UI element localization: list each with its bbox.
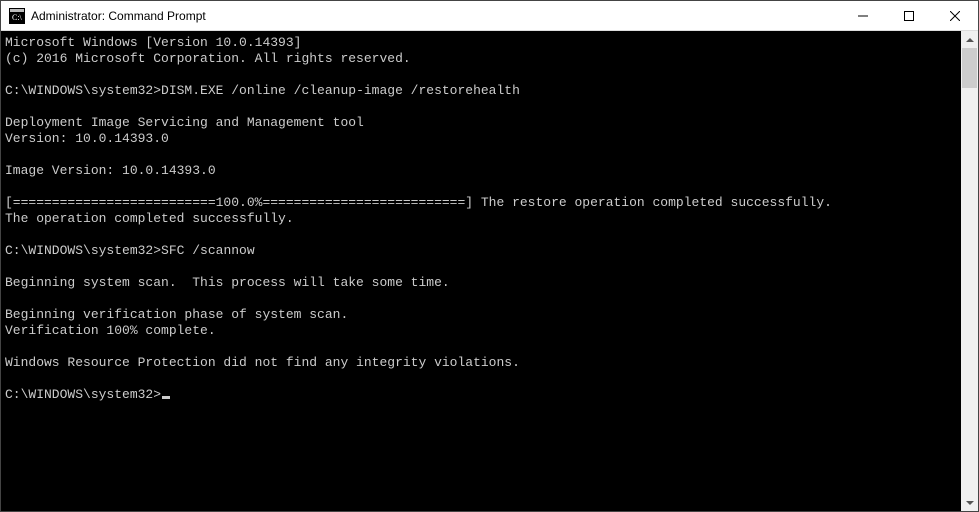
- scroll-thumb[interactable]: [962, 48, 977, 88]
- copyright-line: (c) 2016 Microsoft Corporation. All righ…: [5, 51, 961, 67]
- cmd-icon: C:\: [9, 8, 25, 24]
- blank-line: [5, 227, 961, 243]
- blank-line: [5, 67, 961, 83]
- scroll-track[interactable]: [961, 48, 978, 494]
- os-header-line: Microsoft Windows [Version 10.0.14393]: [5, 35, 961, 51]
- blank-line: [5, 259, 961, 275]
- blank-line: [5, 291, 961, 307]
- titlebar[interactable]: C:\ Administrator: Command Prompt: [1, 1, 978, 31]
- cmd1-text: DISM.EXE /online /cleanup-image /restore…: [161, 83, 520, 98]
- cmd2-text: SFC /scannow: [161, 243, 255, 258]
- sfc-begin-line: Beginning system scan. This process will…: [5, 275, 961, 291]
- dism-result-line: The operation completed successfully.: [5, 211, 961, 227]
- content-wrap: Microsoft Windows [Version 10.0.14393](c…: [1, 31, 978, 511]
- blank-line: [5, 339, 961, 355]
- prompt-line-3: C:\WINDOWS\system32>: [5, 387, 961, 403]
- dism-progress-line: [==========================100.0%=======…: [5, 195, 961, 211]
- blank-line: [5, 179, 961, 195]
- minimize-button[interactable]: [840, 1, 886, 31]
- prompt-text: C:\WINDOWS\system32>: [5, 83, 161, 98]
- cmd-window: C:\ Administrator: Command Prompt Micros…: [0, 0, 979, 512]
- maximize-button[interactable]: [886, 1, 932, 31]
- dism-image-version-line: Image Version: 10.0.14393.0: [5, 163, 961, 179]
- blank-line: [5, 99, 961, 115]
- vertical-scrollbar[interactable]: [961, 31, 978, 511]
- sfc-phase-line: Beginning verification phase of system s…: [5, 307, 961, 323]
- close-button[interactable]: [932, 1, 978, 31]
- scroll-up-button[interactable]: [961, 31, 978, 48]
- prompt-line-2: C:\WINDOWS\system32>SFC /scannow: [5, 243, 961, 259]
- sfc-result-line: Windows Resource Protection did not find…: [5, 355, 961, 371]
- svg-text:C:\: C:\: [12, 13, 23, 22]
- terminal-area[interactable]: Microsoft Windows [Version 10.0.14393](c…: [1, 31, 961, 511]
- prompt-text: C:\WINDOWS\system32>: [5, 243, 161, 258]
- window-title: Administrator: Command Prompt: [31, 9, 206, 23]
- cursor: [162, 396, 170, 399]
- prompt-line-1: C:\WINDOWS\system32>DISM.EXE /online /cl…: [5, 83, 961, 99]
- prompt-text: C:\WINDOWS\system32>: [5, 387, 161, 402]
- blank-line: [5, 371, 961, 387]
- dism-title-line: Deployment Image Servicing and Managemen…: [5, 115, 961, 131]
- sfc-verify-line: Verification 100% complete.: [5, 323, 961, 339]
- blank-line: [5, 147, 961, 163]
- dism-version-line: Version: 10.0.14393.0: [5, 131, 961, 147]
- scroll-down-button[interactable]: [961, 494, 978, 511]
